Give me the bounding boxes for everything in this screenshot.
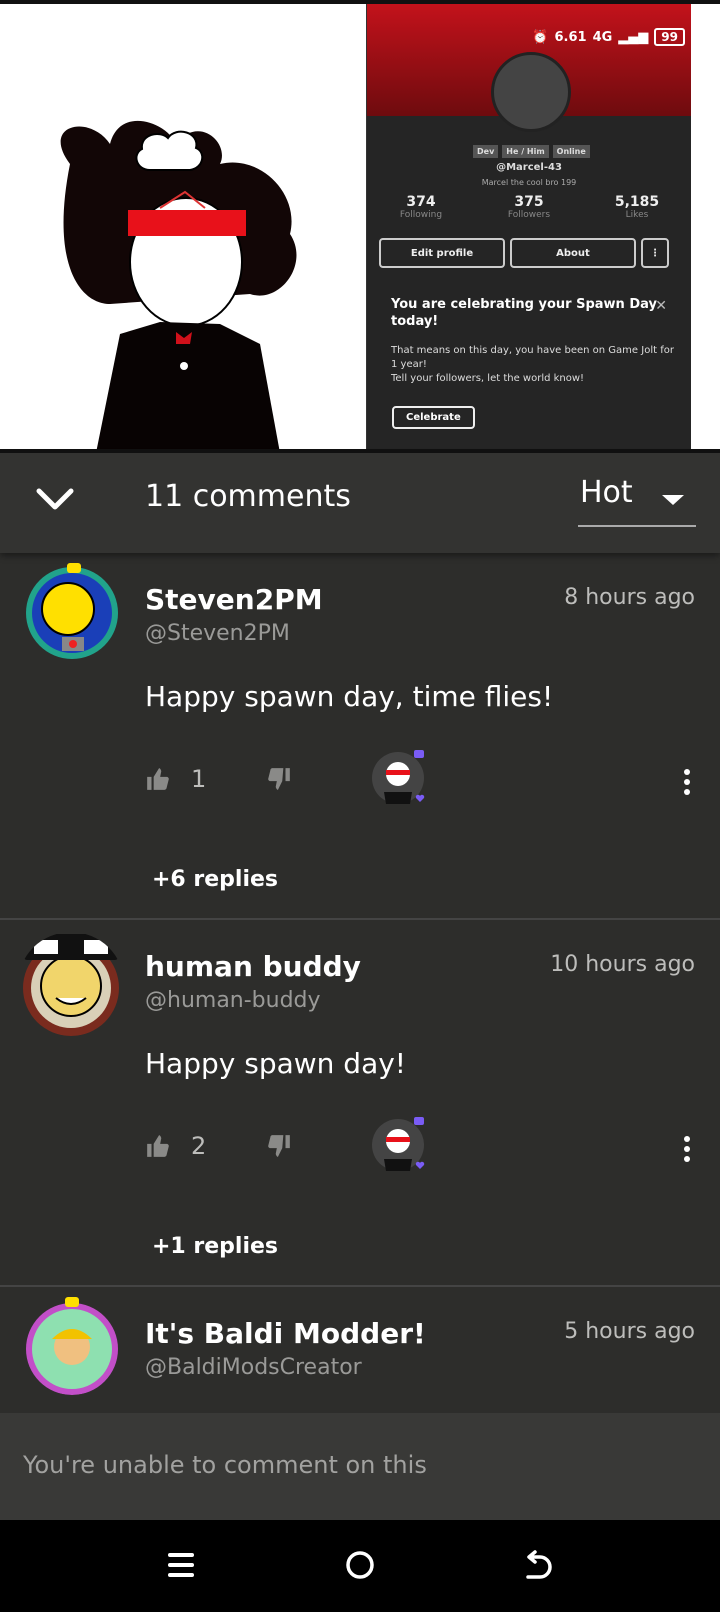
post-image[interactable]: ⏰ 6.61 4G ▂▄▆ 99 Dev He / Him Online @Ma… [0, 0, 720, 453]
profile-avatar [491, 52, 571, 132]
composer-disabled-text: You're unable to comment on this [23, 1451, 427, 1479]
comment-body: Happy spawn day, time flies! [145, 680, 554, 713]
user-avatar[interactable] [18, 932, 124, 1036]
vote-controls: 2 [145, 1132, 292, 1160]
thumbs-up-icon[interactable] [145, 1133, 171, 1159]
sort-dropdown[interactable]: Hot [578, 475, 696, 527]
comment-composer: You're unable to comment on this [0, 1413, 720, 1520]
comment-handle[interactable]: @human-buddy [145, 988, 321, 1013]
heart-icon [415, 794, 425, 802]
stat-followers: 375 Followers [507, 194, 551, 220]
comment-item: It's Baldi Modder! @BaldiModsCreator 5 h… [0, 1287, 720, 1413]
comment-timestamp: 5 hours ago [564, 1319, 695, 1344]
heart-icon [415, 1161, 425, 1169]
about-button: About [510, 238, 636, 268]
replies-link[interactable]: +1 replies [152, 1234, 278, 1259]
replies-link[interactable]: +6 replies [152, 867, 278, 892]
vote-controls: 1 [145, 765, 292, 793]
more-options-icon: ⋮ [641, 238, 669, 268]
comment-handle[interactable]: @Steven2PM [145, 621, 290, 646]
profile-handle: @Marcel-43 [496, 162, 562, 173]
profile-badges: Dev He / Him Online [473, 145, 590, 158]
op-liked-avatar [372, 750, 425, 804]
comment-author[interactable]: It's Baldi Modder! [145, 1317, 426, 1350]
battery-icon: 99 [654, 28, 685, 46]
dropdown-arrow-icon [662, 495, 684, 505]
signal-icon: ▂▄▆ [618, 29, 649, 45]
comment-timestamp: 10 hours ago [550, 952, 695, 977]
thumbs-up-icon[interactable] [145, 766, 171, 792]
home-icon[interactable] [345, 1550, 375, 1580]
like-count: 1 [191, 765, 207, 793]
comment-item: human buddy @human-buddy 10 hours ago Ha… [0, 920, 720, 1287]
profile-stats: 374 Following 375 Followers 5,185 Likes [367, 194, 691, 220]
profile-screenshot: ⏰ 6.61 4G ▂▄▆ 99 Dev He / Him Online @Ma… [366, 4, 691, 453]
close-icon: ✕ [655, 298, 667, 314]
more-options-icon[interactable] [684, 765, 692, 799]
chevron-down-icon[interactable] [36, 488, 74, 512]
celebration-title: You are celebrating your Spawn Day today… [391, 297, 657, 329]
celebrate-button: Celebrate [392, 406, 475, 429]
thumbs-down-icon[interactable] [266, 1133, 292, 1159]
user-avatar[interactable] [22, 1295, 122, 1395]
edit-profile-button: Edit profile [379, 238, 505, 268]
system-nav-bar [0, 1520, 720, 1612]
comment-timestamp: 8 hours ago [564, 585, 695, 610]
comments-header: 11 comments Hot [0, 453, 720, 553]
alarm-icon: ⏰ [532, 29, 549, 45]
user-avatar[interactable] [22, 561, 122, 661]
comment-author[interactable]: Steven2PM [145, 583, 323, 616]
menu-icon[interactable] [166, 1550, 196, 1580]
profile-bio: Marcel the cool bro 199 [481, 178, 577, 187]
sort-label: Hot [580, 475, 633, 510]
like-count: 2 [191, 1132, 207, 1160]
comment-author[interactable]: human buddy [145, 950, 361, 983]
thumbs-down-icon[interactable] [266, 766, 292, 792]
comment-count: 11 comments [145, 479, 351, 514]
back-icon[interactable] [524, 1550, 554, 1580]
more-options-icon[interactable] [684, 1132, 692, 1166]
comment-handle[interactable]: @BaldiModsCreator [145, 1355, 362, 1380]
celebration-card: ✕ You are celebrating your Spawn Day tod… [379, 296, 679, 446]
comment-body: Happy spawn day! [145, 1047, 407, 1080]
op-liked-avatar [372, 1117, 425, 1171]
celebration-text: That means on this day, you have been on… [391, 345, 674, 384]
stat-likes: 5,185 Likes [614, 194, 660, 220]
character-drawing [60, 120, 297, 453]
stat-following: 374 Following [399, 194, 443, 220]
comment-item: Steven2PM @Steven2PM 8 hours ago Happy s… [0, 553, 720, 920]
status-bar: ⏰ 6.61 4G ▂▄▆ 99 [532, 28, 685, 46]
